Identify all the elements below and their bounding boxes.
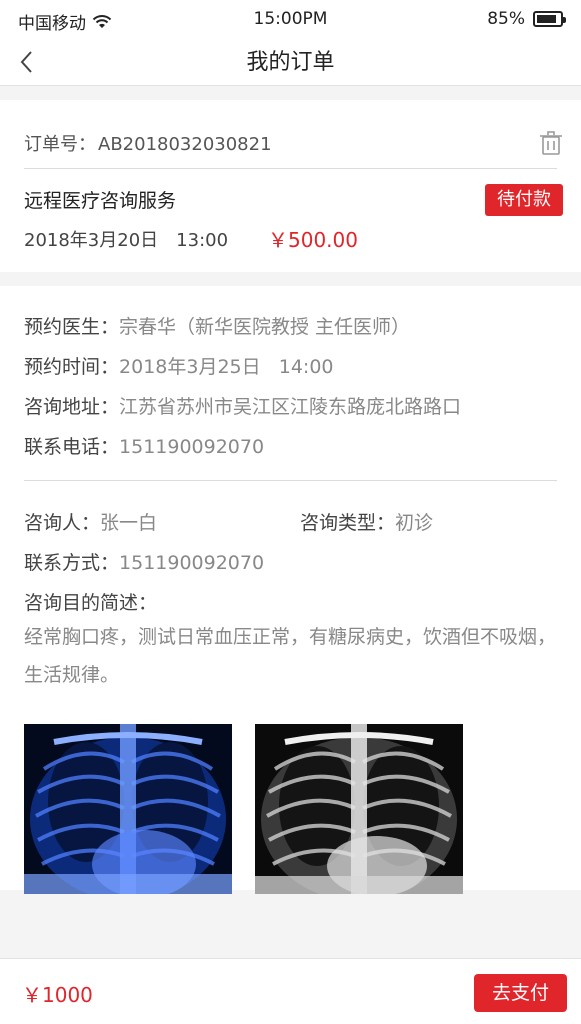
xray-2-graphic [255,724,463,894]
phone-row: 联系电话：151190092070 [24,432,264,459]
address-value: 江苏省苏州市吴江区江陵东路庞北路路口 [119,396,462,418]
consult-type-label: 咨询类型： [300,512,396,534]
xray-image-2[interactable] [255,724,463,894]
consultant-row: 咨询人：张一白 [24,508,157,535]
order-date: 2018年3月20日 [24,230,159,251]
nav-bar: 我的订单 [0,40,581,86]
appointment-detail-card: 预约医生：宗春华（新华医院教授 主任医师） 预约时间：2018年3月25日 14… [0,286,581,894]
order-number: 订单号： AB2018032030821 [24,130,274,156]
order-divider [24,168,557,169]
status-badge: 待付款 [485,184,563,216]
address-row: 咨询地址：江苏省苏州市吴江区江陵东路庞北路路口 [24,392,461,419]
battery-group: 85% [487,9,566,29]
total-price: ￥1000 [22,983,93,1007]
page-title: 我的订单 [246,50,335,75]
pay-button[interactable]: 去支付 [473,974,567,1012]
phone-label: 联系电话： [24,436,120,458]
doctor-row: 预约医生：宗春华（新华医院教授 主任医师） [24,312,410,339]
purpose-row: 咨询目的简述： [24,588,157,615]
bottom-bar: ￥1000 去支付 [0,958,581,1024]
order-price: ￥500.00 [268,228,358,252]
service-name: 远程医疗咨询服务 [24,190,177,212]
battery-fill [537,15,556,23]
order-datetime: 2018年3月20日 13:00 [24,226,228,252]
purpose-label: 咨询目的简述： [24,592,158,614]
consultant-value: 张一白 [100,512,158,534]
address-label: 咨询地址： [24,396,120,418]
consult-type-row: 咨询类型：初诊 [300,508,433,535]
phone-value: 151190092070 [119,436,265,458]
purpose-description: 经常胸口疼，测试日常血压正常，有糖尿病史，饮酒但不吸烟，生活规律。 [24,626,557,686]
trash-icon[interactable] [539,130,563,156]
appointment-time-label: 预约时间： [24,356,120,378]
xray-1-graphic [24,724,232,894]
status-bar: 中国移动 15:00PM 85% [0,0,581,40]
doctor-label: 预约医生： [24,316,120,338]
contact-label: 联系方式： [24,552,120,574]
doctor-value: 宗春华（新华医院教授 主任医师） [119,316,411,338]
order-time: 13:00 [176,230,229,251]
appointment-time-value: 2018年3月25日 14:00 [119,356,334,378]
detail-divider [24,480,557,481]
consultant-label: 咨询人： [24,512,101,534]
order-number-value: AB2018032030821 [98,134,272,155]
order-number-label: 订单号： [24,134,96,155]
xray-image-1[interactable] [24,724,232,894]
order-summary-card: 订单号： AB2018032030821 远程医疗咨询服务 待付款 2018年3月… [0,100,581,272]
battery-icon [533,11,566,27]
appointment-time-row: 预约时间：2018年3月25日 14:00 [24,352,334,379]
contact-row: 联系方式：151190092070 [24,548,264,575]
consult-type-value: 初诊 [395,512,434,534]
contact-value: 151190092070 [119,552,265,574]
battery-percent: 85% [487,9,525,29]
